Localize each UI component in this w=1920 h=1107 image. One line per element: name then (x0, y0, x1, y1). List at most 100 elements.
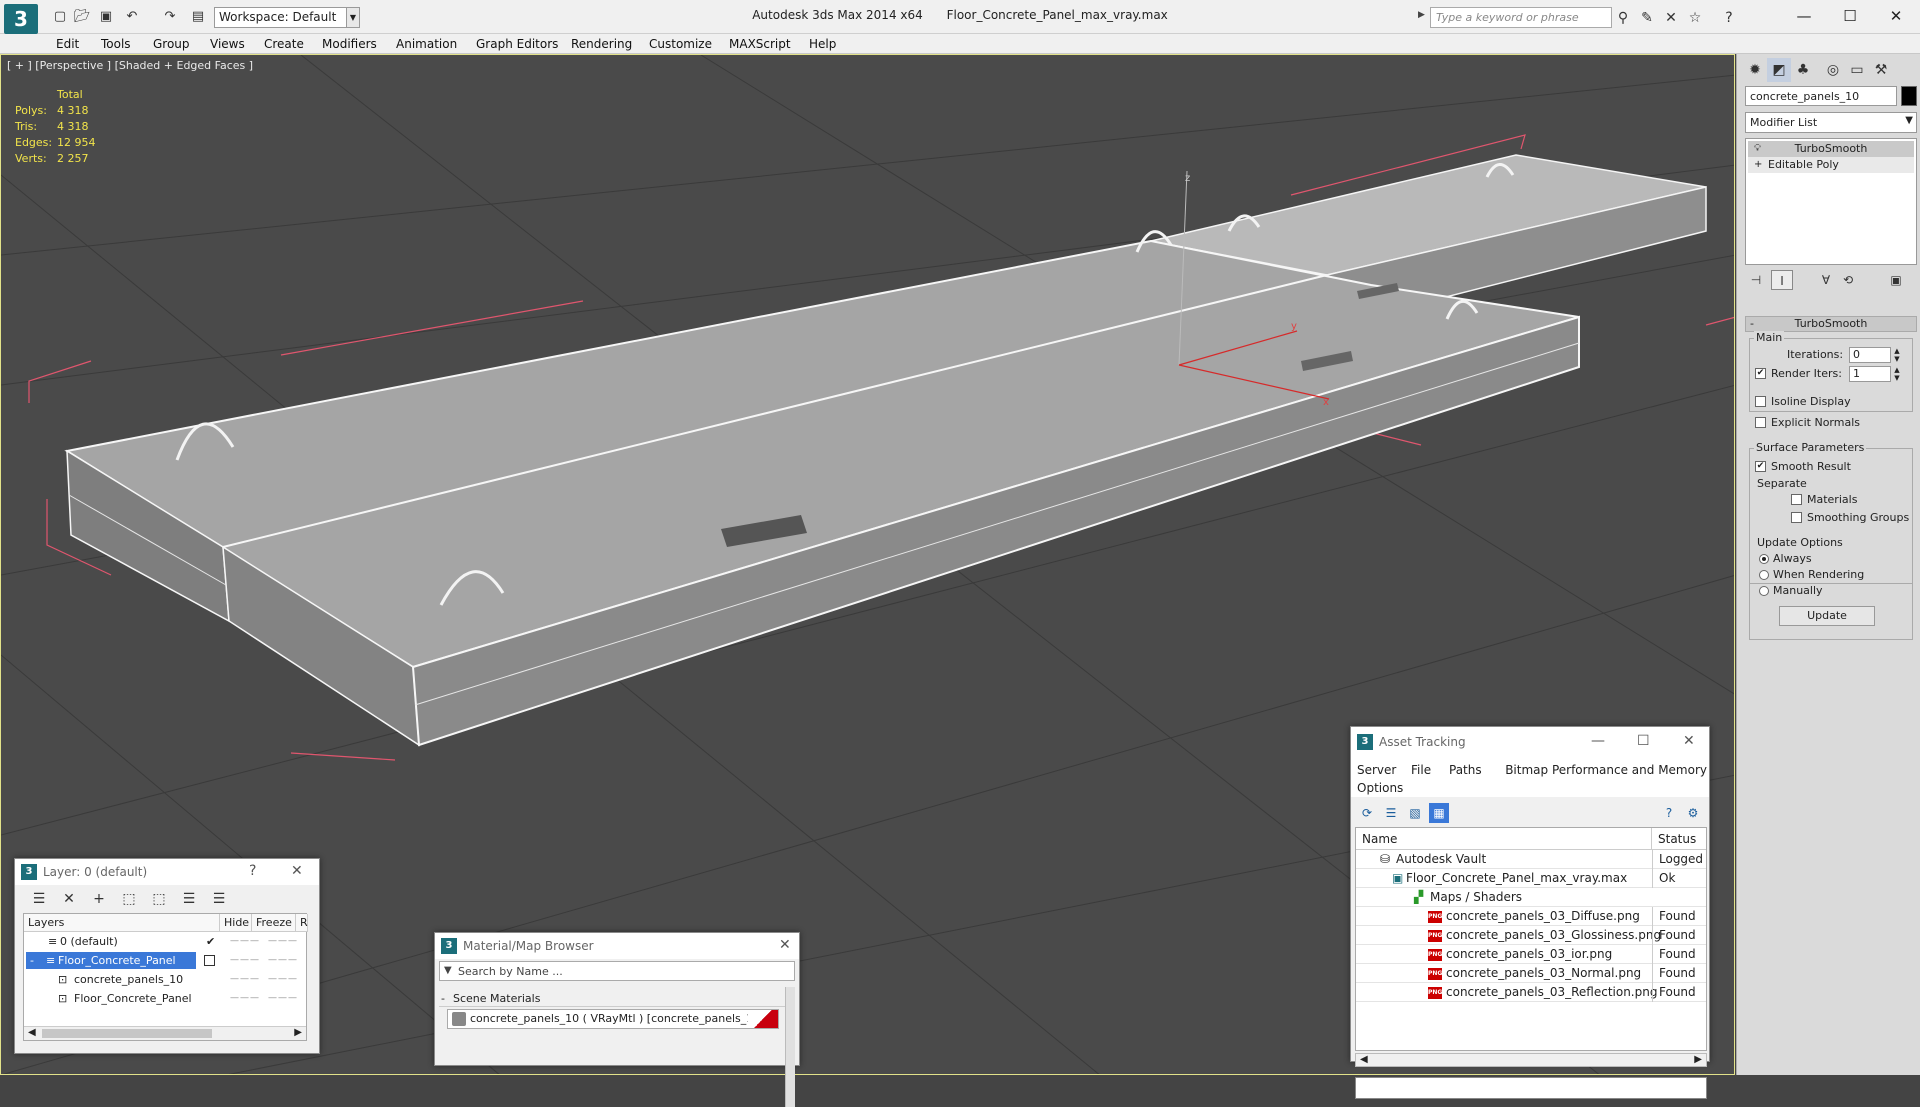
hide-toggle[interactable]: ——— (230, 970, 260, 989)
asset-row[interactable]: ⛁Autodesk VaultLogged Ou (1356, 850, 1706, 869)
menu-maxscript[interactable]: MAXScript (729, 37, 791, 51)
viewport-label[interactable]: [ + ] [Perspective ] [Shaded + Edged Fac… (7, 59, 253, 72)
table-view-icon[interactable]: ▦ (1429, 803, 1449, 823)
scroll-thumb[interactable] (42, 1029, 212, 1038)
layer-horizontal-scrollbar[interactable]: ◀ ▶ (24, 1026, 306, 1040)
material-item[interactable]: concrete_panels_10 ( VRayMtl ) [concrete… (447, 1009, 779, 1029)
layer-row[interactable]: ⊡ concrete_panels_10 ——— ——— (24, 970, 306, 989)
search-expand-icon[interactable]: ▶ (1418, 10, 1425, 20)
column-freeze[interactable]: Freeze (252, 914, 296, 932)
subscription-icon[interactable]: ✎ (1638, 9, 1656, 27)
close-icon[interactable]: ✕ (1683, 733, 1695, 749)
freeze-toggle[interactable]: ——— (268, 951, 298, 970)
bulb-icon[interactable]: 💡︎ (1754, 141, 1761, 157)
update-manually-radio[interactable] (1759, 586, 1769, 596)
scroll-left-icon[interactable]: ◀ (1360, 1054, 1368, 1065)
asset-row[interactable]: ▣ Floor_Concrete_Panel_max_vray.max Ok (1356, 869, 1706, 888)
project-icon[interactable]: ▤ (190, 9, 206, 25)
refresh-icon[interactable]: ⟳ (1357, 803, 1377, 823)
add-selection-icon[interactable]: ⬚ (119, 889, 139, 909)
remove-modifier-icon[interactable]: ⟲ (1837, 270, 1859, 290)
close-icon[interactable]: ✕ (779, 937, 791, 953)
object-name-field[interactable]: concrete_panels_10 (1745, 86, 1897, 106)
explicit-normals-checkbox[interactable] (1755, 417, 1766, 428)
menu-help[interactable]: Help (809, 37, 836, 51)
collapse-icon[interactable]: - (30, 951, 34, 970)
menu-tools[interactable]: Tools (101, 37, 131, 51)
workspace-dropdown[interactable]: Workspace: Default (214, 7, 360, 28)
menu-options[interactable]: Options (1357, 781, 1403, 795)
column-name[interactable]: Name (1356, 828, 1652, 850)
column-layers[interactable]: Layers (24, 914, 220, 932)
maximize-icon[interactable]: ☐ (1637, 733, 1650, 749)
separate-materials-checkbox[interactable] (1791, 494, 1802, 505)
column-hide[interactable]: Hide (220, 914, 252, 932)
list-view-icon[interactable]: ☰ (1381, 803, 1401, 823)
favorites-icon[interactable]: ☆ (1686, 9, 1704, 27)
separate-smoothing-groups-checkbox[interactable] (1791, 512, 1802, 523)
hide-toggle[interactable]: ——— (230, 932, 260, 951)
expand-icon[interactable]: + (1754, 157, 1762, 173)
freeze-toggle[interactable]: ——— (268, 970, 298, 989)
layer-panel-title-bar[interactable]: 3 Layer: 0 (default) ? ✕ (15, 859, 319, 885)
motion-tab-icon[interactable]: ◎ (1821, 58, 1845, 82)
pin-stack-icon[interactable]: ⊣ (1745, 270, 1767, 290)
workspace-chevron-icon[interactable]: ▼ (346, 7, 360, 28)
menu-server[interactable]: Server (1357, 763, 1396, 777)
maximize-icon[interactable]: ☐ (1828, 4, 1872, 28)
menu-rendering[interactable]: Rendering (571, 37, 632, 51)
make-unique-icon[interactable]: ∀ (1815, 270, 1837, 290)
render-iters-spinner[interactable]: 1 ▲ ▼ (1849, 366, 1900, 382)
iterations-spinner[interactable]: 0 ▲ ▼ (1849, 347, 1900, 363)
smooth-result-checkbox[interactable]: ✔ (1755, 461, 1766, 472)
new-layer-icon[interactable]: + (89, 889, 109, 909)
update-when-rendering-radio[interactable] (1759, 570, 1769, 580)
redo-icon[interactable]: ↷ (162, 9, 178, 25)
close-icon[interactable]: ✕ (1874, 4, 1918, 28)
turbosmooth-rollout-header[interactable]: - TurboSmooth (1745, 316, 1917, 332)
modify-tab-icon[interactable]: ◩ (1767, 58, 1791, 82)
scene-materials-group[interactable]: - Scene Materials (439, 991, 789, 1007)
current-layer-box-icon[interactable] (204, 955, 215, 966)
binoculars-icon[interactable]: ⚲ (1614, 9, 1632, 27)
asset-status-field[interactable] (1355, 1077, 1707, 1099)
asset-tracking-title-bar[interactable]: 3 Asset Tracking — ☐ ✕ (1351, 727, 1709, 757)
hide-all-icon[interactable]: ☰ (209, 889, 229, 909)
help-icon[interactable]: ? (1720, 9, 1738, 27)
asset-row[interactable]: ▞ Maps / Shaders (1356, 888, 1706, 907)
layers-icon[interactable]: ☰ (29, 889, 49, 909)
help-icon[interactable]: ? (249, 863, 256, 879)
material-search-input[interactable]: ▼ Search by Name ... (439, 961, 795, 981)
stack-item-editable-poly[interactable]: + Editable Poly (1748, 157, 1914, 173)
freeze-toggle[interactable]: ——— (268, 989, 298, 1008)
isoline-display-checkbox[interactable] (1755, 396, 1766, 407)
menu-bitmap-performance[interactable]: Bitmap Performance and Memory (1477, 763, 1707, 777)
menu-animation[interactable]: Animation (396, 37, 457, 51)
open-file-icon[interactable]: 📂︎ (74, 9, 91, 25)
modifier-list-dropdown[interactable]: Modifier List ▼ (1745, 112, 1917, 133)
material-browser-title-bar[interactable]: 3 Material/Map Browser ✕ (435, 933, 799, 959)
hide-toggle[interactable]: ——— (230, 989, 260, 1008)
update-button[interactable]: Update (1779, 606, 1875, 626)
close-icon[interactable]: ✕ (291, 863, 303, 879)
menu-create[interactable]: Create (264, 37, 304, 51)
render-iters-checkbox[interactable]: ✔ (1755, 368, 1766, 379)
display-tab-icon[interactable]: ▭ (1845, 58, 1869, 82)
menu-modifiers[interactable]: Modifiers (322, 37, 377, 51)
utilities-tab-icon[interactable]: ⚒ (1869, 58, 1893, 82)
undo-icon[interactable]: ↶ (124, 9, 140, 25)
settings-icon[interactable]: ⚙ (1683, 803, 1703, 823)
spinner-arrows-icon[interactable]: ▲ ▼ (1892, 366, 1902, 382)
freeze-toggle[interactable]: ——— (268, 932, 298, 951)
layer-row[interactable]: ≡ 0 (default) ✔ ——— ——— (24, 932, 306, 951)
asset-row[interactable]: PNG concrete_panels_03_Normal.png Found (1356, 964, 1706, 983)
update-always-radio[interactable] (1759, 554, 1769, 564)
layer-row[interactable]: ⊡ Floor_Concrete_Panel ——— ——— (24, 989, 306, 1008)
asset-row[interactable]: PNG concrete_panels_03_ior.png Found (1356, 945, 1706, 964)
minimize-icon[interactable]: — (1591, 733, 1605, 749)
hide-toggle[interactable]: ——— (230, 951, 260, 970)
asset-horizontal-scrollbar[interactable]: ◀ ▶ (1355, 1053, 1707, 1067)
filter-icon[interactable]: ▼ (444, 965, 452, 976)
configure-sets-icon[interactable]: ▣ (1885, 270, 1907, 290)
material-scrollbar[interactable] (785, 987, 795, 1107)
